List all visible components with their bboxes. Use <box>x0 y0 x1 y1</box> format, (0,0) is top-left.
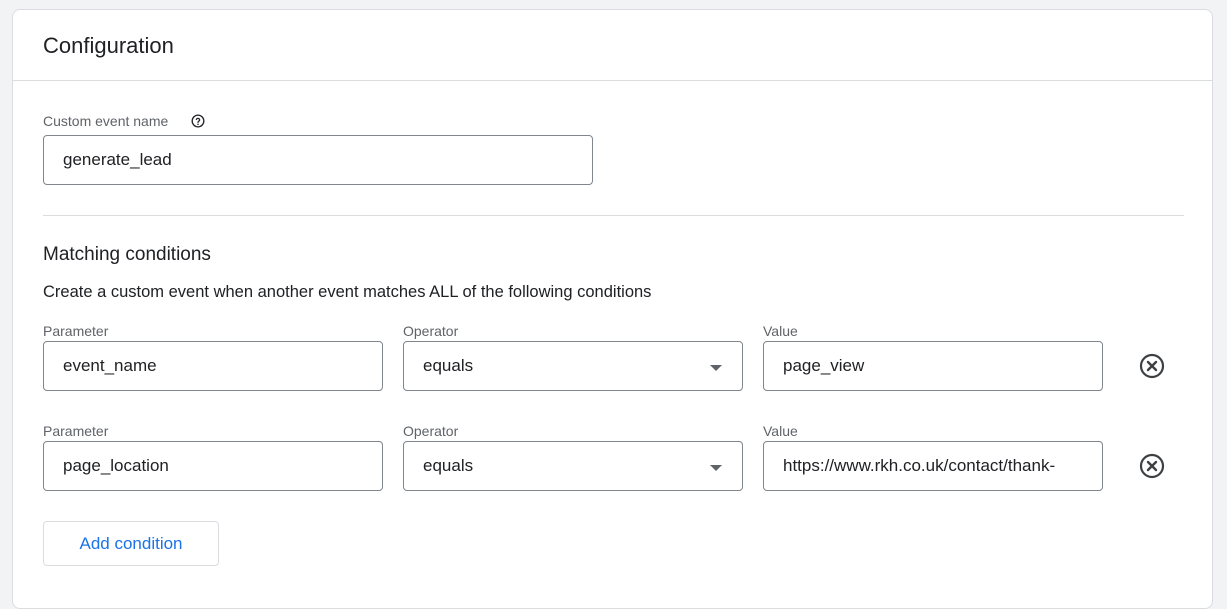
operator-label: Operator <box>403 423 459 439</box>
event-name-label: Custom event name <box>43 113 169 129</box>
operator-selected-value: equals <box>423 356 474 375</box>
matching-conditions-title: Matching conditions <box>43 244 211 265</box>
value-label: Value <box>763 423 798 439</box>
page-title: Configuration <box>43 33 174 58</box>
value-label: Value <box>763 323 798 339</box>
parameter-label: Parameter <box>43 323 109 339</box>
matching-conditions-description: Create a custom event when another event… <box>43 283 652 301</box>
parameter-input[interactable] <box>43 341 383 391</box>
close-circle-icon[interactable] <box>1138 452 1166 480</box>
add-condition-button[interactable]: Add condition <box>43 521 219 566</box>
configuration-card: Configuration Custom event name Matching… <box>12 9 1213 609</box>
card-header: Configuration <box>13 10 1212 81</box>
dropdown-arrow-icon <box>710 465 722 471</box>
dropdown-arrow-icon <box>710 365 722 371</box>
help-icon[interactable] <box>191 114 205 128</box>
value-input[interactable] <box>763 341 1103 391</box>
event-name-input[interactable] <box>43 135 593 185</box>
operator-select[interactable]: equals <box>403 341 743 391</box>
operator-select[interactable]: equals <box>403 441 743 491</box>
divider <box>43 215 1184 216</box>
parameter-input[interactable] <box>43 441 383 491</box>
value-input[interactable] <box>763 441 1103 491</box>
close-circle-icon[interactable] <box>1138 352 1166 380</box>
operator-selected-value: equals <box>423 456 474 475</box>
operator-label: Operator <box>403 323 459 339</box>
parameter-label: Parameter <box>43 423 109 439</box>
